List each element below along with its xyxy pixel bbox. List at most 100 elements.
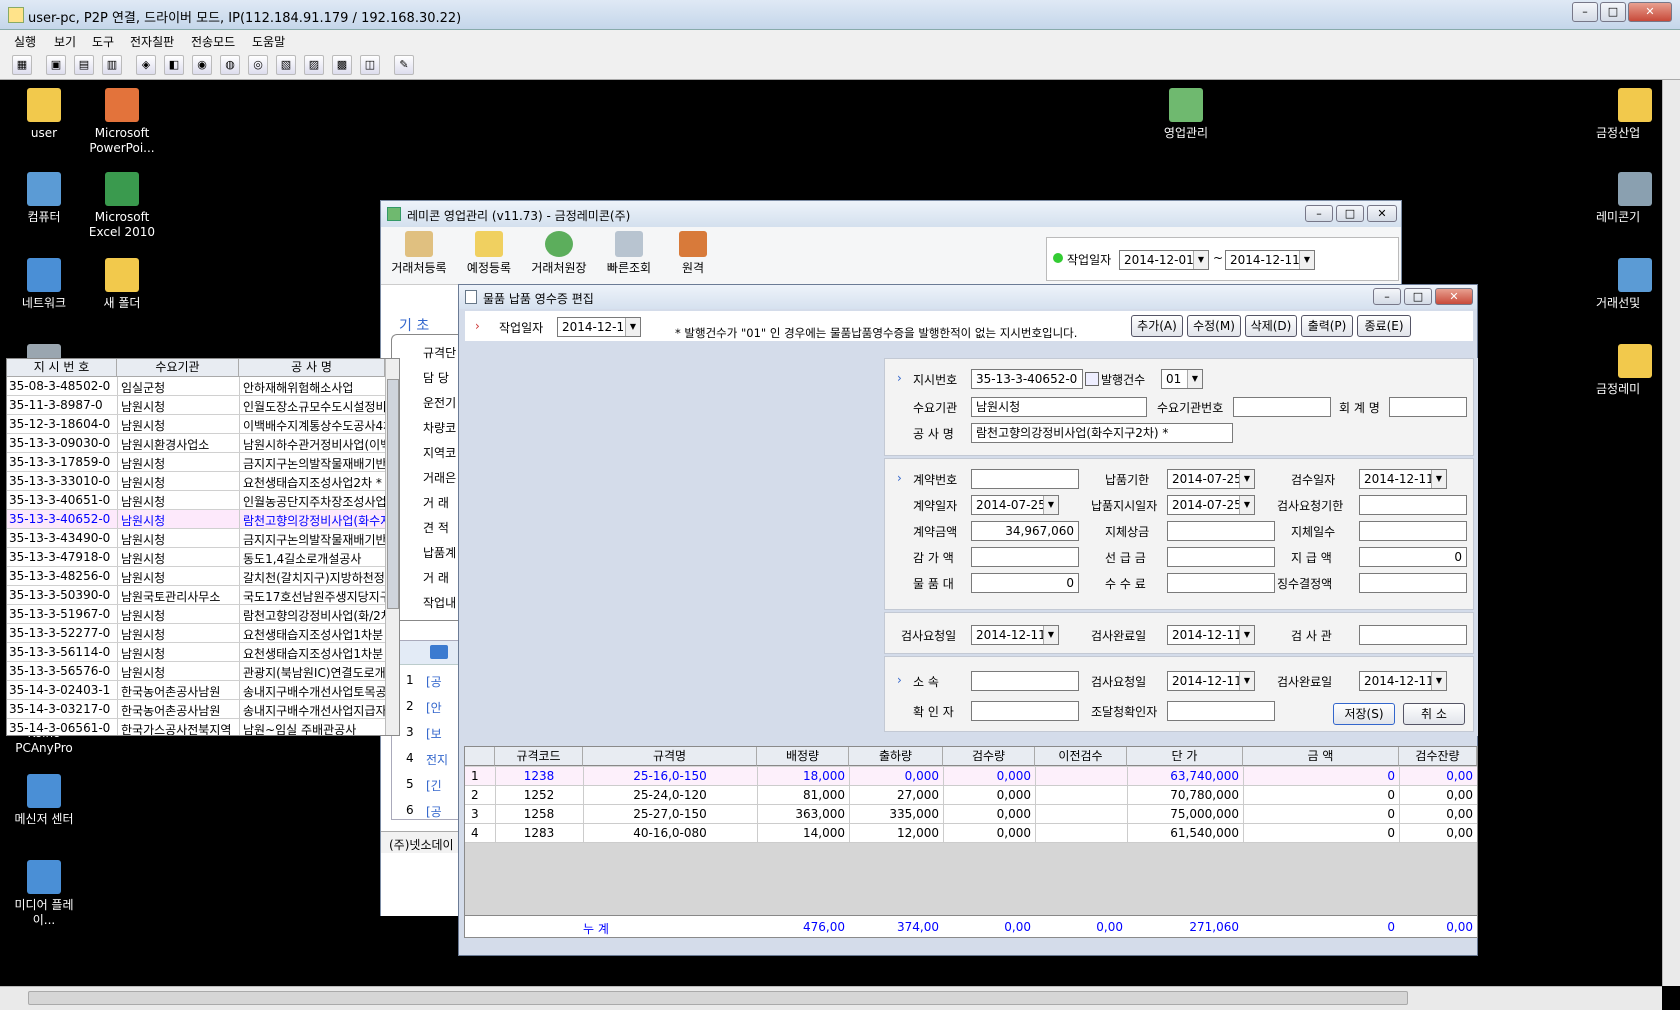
delay-days-field[interactable] bbox=[1359, 521, 1467, 541]
toolbar-icon-12[interactable]: ▩ bbox=[332, 55, 352, 75]
notice-link[interactable]: [안 bbox=[426, 699, 442, 716]
col-remaining[interactable]: 검수잔량 bbox=[1399, 747, 1477, 766]
order-row[interactable]: 35-14-3-03217-0 한국농어촌공사남원 송내지구배수개선사업지급자재 bbox=[7, 700, 385, 719]
desktop-icon[interactable]: 금정산업 bbox=[1596, 88, 1662, 141]
tool-remote[interactable]: 원격 bbox=[659, 231, 727, 276]
col-spec-code[interactable]: 규격코드 bbox=[495, 747, 583, 766]
agency-field[interactable]: 남원시청 bbox=[971, 397, 1147, 417]
desktop-icon[interactable]: 컴퓨터 bbox=[4, 172, 84, 225]
menu-transfer[interactable]: 전송모드 bbox=[191, 33, 235, 50]
order-row[interactable]: 35-14-3-02403-1 한국농어촌공사남원 송내지구배수개선사업토목공사 bbox=[7, 681, 385, 700]
date-from-select[interactable]: 2014-12-01 ▼ bbox=[1119, 250, 1209, 270]
minimize-button[interactable]: – bbox=[1572, 2, 1598, 22]
desktop-icon[interactable]: Microsoft PowerPoi... bbox=[82, 88, 162, 156]
menu-run[interactable]: 실행 bbox=[14, 33, 36, 50]
dialog-maximize-button[interactable]: □ bbox=[1404, 288, 1432, 305]
order-row[interactable]: 35-13-3-52277-0 남원시청 요천생태습지조성사업1차분 ** bbox=[7, 624, 385, 643]
order-row[interactable]: 35-13-3-50390-0 남원국토관리사무소 국도17호선남원주생지당지구보 bbox=[7, 586, 385, 605]
notice-link[interactable]: [공 bbox=[426, 673, 442, 690]
toolbar-icon-10[interactable]: ▧ bbox=[276, 55, 296, 75]
add-button[interactable]: 추가(A) bbox=[1131, 315, 1183, 337]
delivery-order-date-select[interactable]: 2014-07-25 ▼ bbox=[1167, 495, 1255, 515]
order-row[interactable]: 35-13-3-40652-0 남원시청 람천고향의강정비사업(화수지구 bbox=[7, 510, 385, 529]
col-order-no[interactable]: 지 시 번 호 bbox=[7, 359, 117, 377]
app-maximize-button[interactable]: □ bbox=[1336, 205, 1364, 222]
tool-quick-search[interactable]: 빠른조회 bbox=[595, 231, 663, 276]
notice-link[interactable]: 전지 bbox=[426, 751, 448, 768]
order-row[interactable]: 35-13-3-17859-0 남원시청 금지지구논의발작물재배기반지 bbox=[7, 453, 385, 472]
search-icon[interactable] bbox=[1085, 372, 1099, 386]
confirmer-field[interactable] bbox=[971, 701, 1079, 721]
deadline-select[interactable]: 2014-07-25 ▼ bbox=[1167, 469, 1255, 489]
toolbar-icon-3[interactable]: ▤ bbox=[74, 55, 94, 75]
desktop-icon[interactable]: 미디어 플레이... bbox=[4, 860, 84, 928]
affiliation-field[interactable] bbox=[971, 671, 1079, 691]
save-button[interactable]: 저장(S) bbox=[1333, 703, 1395, 725]
toolbar-icon-14[interactable]: ✎ bbox=[394, 55, 414, 75]
edit-button[interactable]: 수정(M) bbox=[1187, 315, 1241, 337]
order-row[interactable]: 35-13-3-33010-0 남원시청 요천생태습지조성사업2차 * bbox=[7, 472, 385, 491]
order-row[interactable]: 35-13-3-43490-0 남원시청 금지지구논의발작물재배기반지 bbox=[7, 529, 385, 548]
spec-row[interactable]: 1 1238 25-16,0-150 18,000 0,000 0,000 63,740,0… bbox=[465, 767, 1477, 786]
close-button[interactable]: ✕ bbox=[1628, 2, 1672, 22]
inspection-done-select[interactable]: 2014-12-11 ▼ bbox=[1167, 625, 1255, 645]
col-unit-price[interactable]: 단 가 bbox=[1127, 747, 1243, 766]
maximize-button[interactable]: □ bbox=[1600, 2, 1626, 22]
order-row[interactable]: 35-14-3-06561-0 한국가스공사전북지역 남원~임실 주배관공사 bbox=[7, 719, 385, 735]
date-to-select[interactable]: 2014-12-11 ▼ bbox=[1225, 250, 1315, 270]
menu-view[interactable]: 보기 bbox=[54, 33, 76, 50]
payment-field[interactable]: 0 bbox=[1359, 547, 1467, 567]
contract-amount-field[interactable]: 34,967,060 bbox=[971, 521, 1079, 541]
agency-no-field[interactable] bbox=[1233, 397, 1331, 417]
toolbar-icon-11[interactable]: ▨ bbox=[304, 55, 324, 75]
desktop-icon[interactable]: 새 폴더 bbox=[82, 258, 162, 311]
fee-field[interactable] bbox=[1167, 573, 1275, 593]
tool-client-ledger[interactable]: 거래처원장 bbox=[525, 231, 593, 276]
toolbar-icon-13[interactable]: ◫ bbox=[360, 55, 380, 75]
cancel-button[interactable]: 취 소 bbox=[1403, 703, 1465, 725]
toolbar-icon-5[interactable]: ◈ bbox=[136, 55, 156, 75]
tool-client-register[interactable]: 거래처등록 bbox=[385, 231, 453, 276]
inspector-field[interactable] bbox=[1359, 625, 1467, 645]
print-button[interactable]: 출력(P) bbox=[1301, 315, 1353, 337]
order-row[interactable]: 35-13-3-51967-0 남원시청 람천고향의강정비사업(화/2차 bbox=[7, 605, 385, 624]
desktop-icon[interactable]: 네트워크 bbox=[4, 258, 84, 311]
toolbar-icon-2[interactable]: ▣ bbox=[46, 55, 66, 75]
goods-price-field[interactable]: 0 bbox=[971, 573, 1079, 593]
menu-tools[interactable]: 도구 bbox=[92, 33, 114, 50]
issue-count-select[interactable]: 01 ▼ bbox=[1161, 369, 1203, 389]
order-row[interactable]: 35-13-3-09030-0 남원시환경사업소 남원시하수관거정비사업(이백 bbox=[7, 434, 385, 453]
app-close-button[interactable]: ✕ bbox=[1367, 205, 1397, 222]
toolbar-icon-9[interactable]: ◎ bbox=[248, 55, 268, 75]
order-row[interactable]: 35-13-3-48256-0 남원시청 갈치천(갈치지구)지방하천정비 bbox=[7, 567, 385, 586]
project-field[interactable]: 람천고향의강정비사업(화수지구2차) * bbox=[971, 423, 1233, 443]
horizontal-scrollbar[interactable] bbox=[0, 986, 1662, 1010]
inspection-request-select[interactable]: 2014-12-11 ▼ bbox=[971, 625, 1059, 645]
vertical-scrollbar[interactable] bbox=[1662, 80, 1680, 986]
advance-field[interactable] bbox=[1167, 547, 1275, 567]
dialog-minimize-button[interactable]: – bbox=[1373, 288, 1401, 305]
order-row[interactable]: 35-12-3-18604-0 남원시청 이백배수지계통상수도공사4차 bbox=[7, 415, 385, 434]
spec-row[interactable]: 4 1283 40-16,0-080 14,000 12,000 0,000 61,540,… bbox=[465, 824, 1477, 843]
desktop-icon[interactable]: 거래선및 bbox=[1596, 258, 1662, 311]
inspection-request-deadline-field[interactable] bbox=[1359, 495, 1467, 515]
toolbar-icon-1[interactable]: ▦ bbox=[12, 55, 32, 75]
col-prev-inspected[interactable]: 이전검수 bbox=[1035, 747, 1127, 766]
col-shipped[interactable]: 출하량 bbox=[849, 747, 943, 766]
order-no-field[interactable]: 35-13-3-40652-0 bbox=[971, 369, 1083, 389]
inspection-request2-select[interactable]: 2014-12-11 ▼ bbox=[1167, 671, 1255, 691]
toolbar-icon-4[interactable]: ▥ bbox=[102, 55, 122, 75]
toolbar-icon-6[interactable]: ◧ bbox=[164, 55, 184, 75]
order-row[interactable]: 35-13-3-56114-0 남원시청 요천생태습지조성사업1차분 ** bbox=[7, 643, 385, 662]
notice-link[interactable]: [공 bbox=[426, 803, 442, 820]
toolbar-icon-7[interactable]: ◉ bbox=[192, 55, 212, 75]
desktop-icon[interactable]: 레미콘기 bbox=[1596, 172, 1662, 225]
desktop-icon[interactable]: 금정레미 bbox=[1596, 344, 1662, 397]
order-row[interactable]: 35-13-3-56576-0 남원시청 관광지(북남원IC)연결도로개설 bbox=[7, 662, 385, 681]
order-row[interactable]: 35-11-3-8987-0 남원시청 인월도장소규모수도시설정비공 bbox=[7, 396, 385, 415]
list-scrollbar[interactable] bbox=[385, 359, 399, 735]
order-row[interactable]: 35-13-3-47918-0 남원시청 동도1,4길소로개설공사 bbox=[7, 548, 385, 567]
delay-penalty-field[interactable] bbox=[1167, 521, 1275, 541]
dialog-close-button[interactable]: ✕ bbox=[1435, 288, 1473, 305]
work-date-select[interactable]: 2014-12-11 ▼ bbox=[557, 317, 641, 337]
